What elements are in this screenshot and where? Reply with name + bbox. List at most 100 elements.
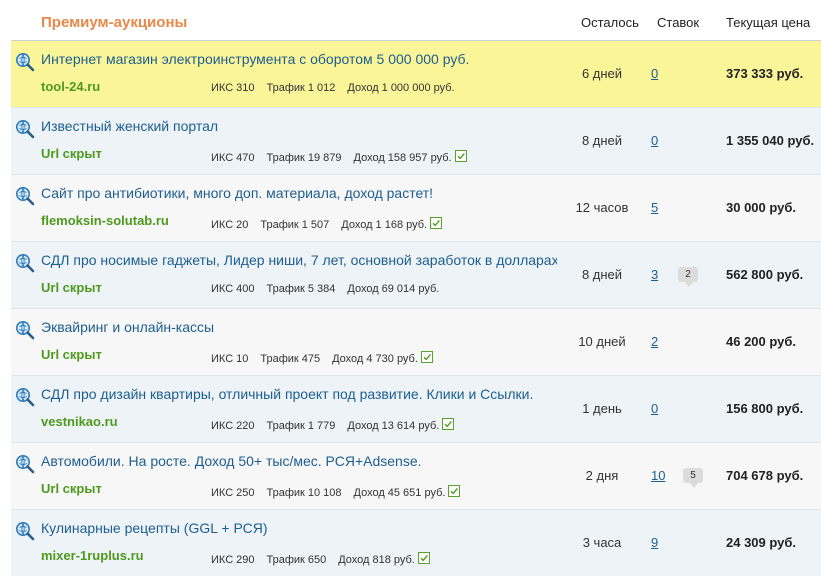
iks-label: ИКС [211,487,234,499]
iks-value: 220 [236,420,255,432]
income-value: 45 651 руб. [387,487,446,499]
auction-stats: ИКС 470 Трафик 19 879 Доход 158 957 руб. [211,149,467,164]
iks-label: ИКС [211,219,234,231]
income-value: 69 014 руб. [381,283,440,295]
column-header-current-price: Текущая цена [726,15,811,30]
income-label: Доход [347,283,379,295]
auction-site-link[interactable]: mixer-1ruplus.ru [41,548,144,563]
income-label: Доход [347,420,379,432]
current-price: 30 000 руб. [726,200,797,215]
income-label: Доход [341,219,373,231]
auction-stats: ИКС 250 Трафик 10 108 Доход 45 651 руб. [211,484,461,499]
auction-row[interactable]: Сайт про антибиотики, много доп. материа… [11,174,821,241]
auction-stats: ИКС 220 Трафик 1 779 Доход 13 614 руб. [211,417,455,432]
iks-label: ИКС [211,82,234,94]
traffic-label: Трафик [260,219,299,231]
income-label: Доход [332,353,364,365]
traffic-value: 1 012 [307,82,336,94]
auction-site-link[interactable]: Url скрыт [41,280,102,295]
auction-title-link[interactable]: Известный женский портал [41,118,218,134]
current-price: 373 333 руб. [726,66,804,81]
auction-site-link[interactable]: Url скрыт [41,481,102,496]
auction-title-link[interactable]: Автомобили. На росте. Доход 50+ тыс/мес.… [41,453,422,469]
verified-check-icon [448,485,461,497]
auction-site-link[interactable]: vestnikao.ru [41,414,118,429]
auction-title-link[interactable]: СДЛ про носимые гаджеты, Лидер ниши, 7 л… [41,252,557,268]
time-left: 8 дней [581,133,623,148]
auction-row[interactable]: Эквайринг и онлайн-кассы Url скрыт ИКС 10… [11,308,821,375]
iks-label: ИКС [211,152,234,164]
bids-count-link[interactable]: 2 [651,334,658,349]
bids-count-link[interactable]: 10 [651,468,665,483]
auction-title-link[interactable]: Кулинарные рецепты (GGL + РСЯ) [41,520,268,536]
magnifier-globe-icon[interactable] [15,521,35,541]
bids-count-link[interactable]: 9 [651,535,658,550]
current-price: 24 309 руб. [726,535,797,550]
auction-row[interactable]: Известный женский портал Url скрыт ИКС 47… [11,107,821,174]
iks-label: ИКС [211,554,234,566]
auction-title-link[interactable]: Сайт про антибиотики, много доп. материа… [41,185,433,201]
auction-row[interactable]: Автомобили. На росте. Доход 50+ тыс/мес.… [11,442,821,509]
traffic-label: Трафик [266,420,305,432]
traffic-label: Трафик [266,152,305,164]
income-value: 4 730 руб. [366,353,418,365]
income-value: 1 000 000 руб. [381,82,455,94]
income-value: 13 614 руб. [381,420,440,432]
magnifier-globe-icon[interactable] [15,52,35,72]
auction-title-link[interactable]: Эквайринг и онлайн-кассы [41,319,214,335]
auction-title-link[interactable]: Интернет магазин электроинструмента с об… [41,51,469,67]
iks-value: 310 [236,82,255,94]
traffic-label: Трафик [266,554,305,566]
auction-site-link[interactable]: Url скрыт [41,146,102,161]
income-label: Доход [353,487,385,499]
iks-value: 400 [236,283,255,295]
comments-count-badge[interactable]: 2 [678,267,698,287]
time-left: 10 дней [578,334,626,349]
auction-site-link[interactable]: flemoksin-solutab.ru [41,213,169,228]
column-header-time-left: Осталось [581,15,639,30]
time-left: 2 дня [585,468,619,483]
verified-check-icon [430,217,443,229]
bids-count-link[interactable]: 0 [651,66,658,81]
comments-count-badge[interactable]: 5 [683,468,703,488]
time-left: 12 часов [575,200,629,215]
magnifier-globe-icon[interactable] [15,186,35,206]
bids-count-link[interactable]: 3 [651,267,658,282]
auction-row[interactable]: Интернет магазин электроинструмента с об… [11,40,821,107]
auction-site-link[interactable]: tool-24.ru [41,79,100,94]
auction-row[interactable]: СДЛ про дизайн квартиры, отличный проект… [11,375,821,442]
current-price: 1 355 040 руб. [726,133,815,148]
time-left: 6 дней [581,66,623,81]
section-title: Премиум-аукционы [41,14,188,31]
auction-row[interactable]: СДЛ про носимые гаджеты, Лидер ниши, 7 л… [11,241,821,308]
iks-label: ИКС [211,353,234,365]
verified-check-icon [420,351,433,363]
magnifier-globe-icon[interactable] [15,320,35,340]
income-value: 818 руб. [372,554,415,566]
traffic-label: Трафик [266,487,305,499]
iks-label: ИКС [211,420,234,432]
traffic-value: 1 779 [307,420,336,432]
magnifier-globe-icon[interactable] [15,253,35,273]
income-label: Доход [353,152,385,164]
iks-value: 10 [236,353,249,365]
bids-count-link[interactable]: 5 [651,200,658,215]
income-label: Доход [347,82,379,94]
auctions-list: Интернет магазин электроинструмента с об… [11,40,821,576]
bids-count-link[interactable]: 0 [651,401,658,416]
current-price: 46 200 руб. [726,334,797,349]
traffic-value: 10 108 [307,487,342,499]
magnifier-globe-icon[interactable] [15,454,35,474]
auction-site-link[interactable]: Url скрыт [41,347,102,362]
column-header-bids: Ставок [657,15,700,30]
income-value: 158 957 руб. [387,152,452,164]
iks-label: ИКС [211,283,234,295]
magnifier-globe-icon[interactable] [15,387,35,407]
auctions-header: Премиум-аукционы Осталось Ставок Текущая… [0,0,821,40]
iks-value: 250 [236,487,255,499]
auction-title-link[interactable]: СДЛ про дизайн квартиры, отличный проект… [41,386,533,402]
bids-count-link[interactable]: 0 [651,133,658,148]
magnifier-globe-icon[interactable] [15,119,35,139]
auction-stats: ИКС 290 Трафик 650 Доход 818 руб. [211,551,430,566]
auction-row[interactable]: Кулинарные рецепты (GGL + РСЯ) mixer-1ru… [11,509,821,576]
